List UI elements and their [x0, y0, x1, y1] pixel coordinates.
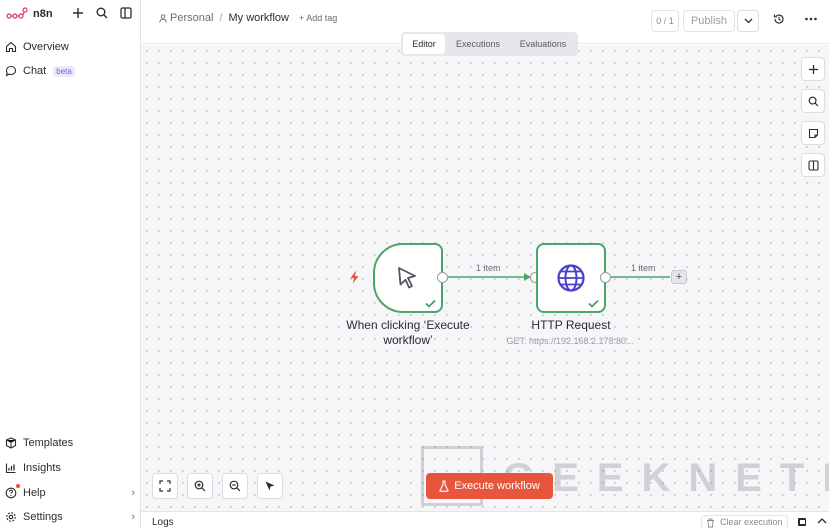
logs-panel-bar[interactable]: Logs Clear execution — [141, 511, 829, 528]
flask-icon — [439, 480, 449, 492]
edge-item-count: 1 item — [631, 263, 656, 273]
pointer-icon — [265, 481, 275, 491]
output-port[interactable] — [600, 272, 611, 283]
execute-workflow-button[interactable]: Execute workflow — [426, 473, 553, 499]
check-icon — [425, 299, 436, 308]
globe-icon — [557, 264, 585, 292]
edge-item-count: 1 item — [476, 263, 501, 273]
zoom-out-button[interactable] — [222, 473, 248, 499]
canvas-zoom-toolbar — [152, 473, 283, 499]
add-next-node-button[interactable]: + — [671, 270, 687, 284]
clear-execution-button[interactable]: Clear execution — [701, 515, 788, 528]
execute-workflow-label: Execute workflow — [454, 480, 540, 492]
zoom-in-button[interactable] — [187, 473, 213, 499]
zoom-in-icon — [194, 480, 206, 492]
fit-view-icon — [159, 480, 171, 492]
node-subtitle: GET: https://192.168.2.178:80... — [506, 336, 634, 346]
trash-icon — [707, 518, 714, 528]
open-window-icon[interactable] — [797, 517, 807, 527]
node-manual-trigger[interactable] — [373, 243, 443, 313]
select-tool-button[interactable] — [257, 473, 283, 499]
fit-view-button[interactable] — [152, 473, 178, 499]
cursor-icon — [398, 267, 416, 289]
chevron-up-icon[interactable] — [817, 517, 827, 525]
output-port[interactable] — [437, 272, 448, 283]
check-icon — [588, 299, 599, 308]
node-http-request[interactable] — [536, 243, 606, 313]
clear-execution-label: Clear execution — [720, 517, 783, 527]
zoom-out-icon — [229, 480, 241, 492]
logs-title: Logs — [152, 517, 174, 528]
lightning-icon — [350, 270, 359, 284]
node-label: When clicking ‘Execute workflow’ — [346, 318, 470, 347]
node-label: HTTP Request — [531, 318, 611, 332]
